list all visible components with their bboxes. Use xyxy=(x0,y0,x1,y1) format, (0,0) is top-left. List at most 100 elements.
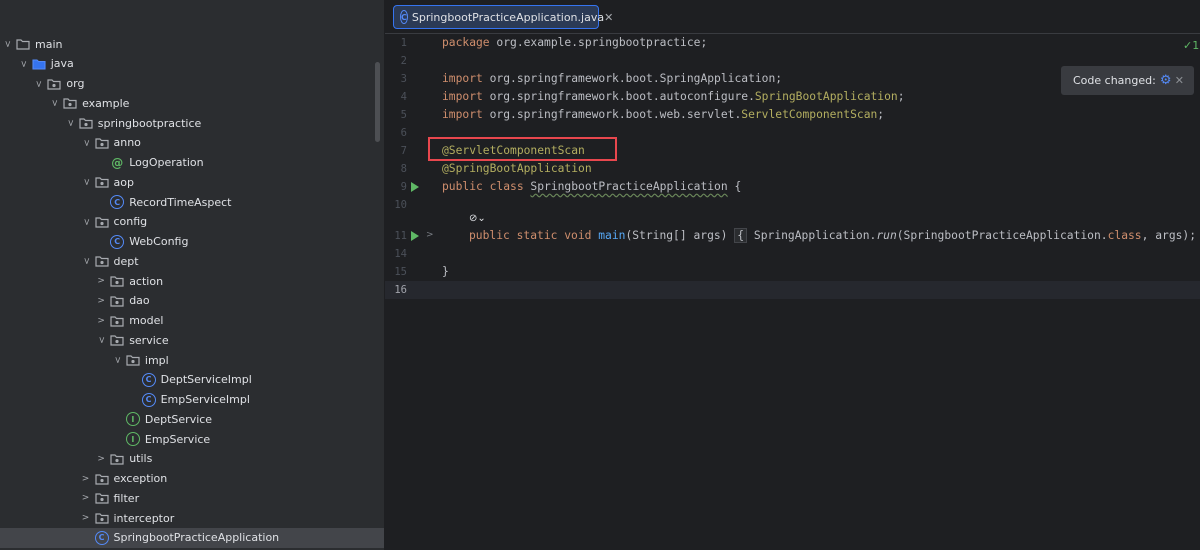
tree-item-dept[interactable]: > dept xyxy=(0,251,384,271)
chevron-right-icon[interactable]: > xyxy=(96,316,106,326)
tree-item-label: utils xyxy=(129,452,153,466)
tree-item-empservice[interactable]: I EmpService xyxy=(0,429,384,449)
code-line: public class SpringbootPracticeApplicati… xyxy=(442,180,742,193)
package-icon xyxy=(110,294,124,308)
line-number: 16 xyxy=(394,284,407,296)
code-changed-notification[interactable]: Code changed: ⚙ ✕ xyxy=(1061,66,1194,95)
tree-item-label: impl xyxy=(144,353,169,367)
class-icon: C xyxy=(400,10,408,24)
chevron-down-icon[interactable]: > xyxy=(33,79,43,89)
chevron-down-icon[interactable]: > xyxy=(81,177,91,187)
code-line: import org.springframework.boot.autoconf… xyxy=(442,90,905,103)
tree-item-service[interactable]: > service xyxy=(0,330,384,350)
tree-item-springbootpractice[interactable]: > springbootpractice xyxy=(0,113,384,133)
class-icon: C xyxy=(110,195,125,209)
highlight-annotation-box xyxy=(428,137,617,161)
tree-item-config[interactable]: > config xyxy=(0,212,384,232)
line-number: 1 xyxy=(400,37,407,49)
tree-item-label: dept xyxy=(113,254,139,268)
tree-item-org[interactable]: > org xyxy=(0,74,384,94)
code-line: import org.springframework.boot.SpringAp… xyxy=(442,72,783,85)
check-icon[interactable]: ✓1 xyxy=(1183,39,1199,52)
run-icon[interactable] xyxy=(411,182,419,192)
package-icon xyxy=(47,77,61,91)
folder-icon xyxy=(16,37,30,51)
package-icon xyxy=(110,333,124,347)
chevron-right-icon[interactable]: > xyxy=(96,276,106,286)
chevron-down-icon[interactable]: > xyxy=(96,335,106,345)
chevron-right-icon[interactable]: > xyxy=(96,454,106,464)
tree-item-interceptor[interactable]: > interceptor xyxy=(0,508,384,528)
package-icon xyxy=(110,314,124,328)
tree-item-action[interactable]: > action xyxy=(0,271,384,291)
tree-item-label: java xyxy=(50,57,74,71)
close-icon[interactable]: ✕ xyxy=(604,11,613,24)
chevron-down-icon[interactable]: > xyxy=(65,118,75,128)
tree-item-label: WebConfig xyxy=(129,235,189,248)
chevron-down-icon[interactable]: > xyxy=(81,217,91,227)
tree-item-utils[interactable]: > utils xyxy=(0,449,384,469)
chevron-right-icon[interactable]: > xyxy=(81,474,91,484)
close-icon[interactable]: ✕ xyxy=(1175,74,1184,87)
package-icon xyxy=(126,353,140,367)
annotation-icon: @ xyxy=(111,155,124,170)
chevron-down-icon[interactable]: > xyxy=(112,355,122,365)
editor-tab-bar: C SpringbootPracticeApplication.java ✕ xyxy=(385,0,1200,34)
line-number: 9 xyxy=(400,181,407,193)
tree-scrollbar[interactable] xyxy=(375,62,380,142)
chevron-down-icon[interactable]: > xyxy=(49,98,59,108)
tree-item-exception[interactable]: > exception xyxy=(0,469,384,489)
tree-item-label: model xyxy=(129,314,164,327)
tree-item-anno[interactable]: > anno xyxy=(0,133,384,153)
chevron-right-icon[interactable]: > xyxy=(426,230,434,240)
tree-item-impl[interactable]: > impl xyxy=(0,350,384,370)
tree-item-dao[interactable]: > dao xyxy=(0,291,384,311)
tree-item-label: EmpService xyxy=(144,432,211,446)
tree-item-label: dao xyxy=(129,294,150,308)
tree-item-label: service xyxy=(129,333,169,347)
tree-item-filter[interactable]: > filter xyxy=(0,488,384,508)
tree-item-label: org xyxy=(66,77,85,90)
tree-item-springbootpracticeapplication[interactable]: C SpringbootPracticeApplication xyxy=(0,527,384,548)
gear-icon[interactable]: ⚙ xyxy=(1160,73,1172,88)
tree-item-label: LogOperation xyxy=(129,156,204,169)
tree-item-deptservice[interactable]: I DeptService xyxy=(0,409,384,429)
tree-item-java[interactable]: > java xyxy=(0,54,384,74)
tab-springboot-practice-application[interactable]: C SpringbootPracticeApplication.java ✕ xyxy=(393,5,613,29)
tree-item-logoperation[interactable]: @ LogOperation xyxy=(0,153,384,173)
class-icon: C xyxy=(110,234,125,249)
tree-item-label: exception xyxy=(113,472,168,485)
line-number: 4 xyxy=(400,91,407,103)
ai-assist-icon[interactable]: ⊘⌄ xyxy=(469,213,486,224)
tree-item-example[interactable]: > example xyxy=(0,93,384,113)
tree-item-aop[interactable]: > aop xyxy=(0,172,384,192)
chevron-right-icon[interactable]: > xyxy=(81,513,91,523)
tree-item-model[interactable]: > model xyxy=(0,311,384,331)
chevron-right-icon[interactable]: > xyxy=(81,493,91,503)
line-number: 7 xyxy=(400,145,407,157)
code-line: @SpringBootApplication xyxy=(442,162,592,175)
tree-item-webconfig[interactable]: C WebConfig xyxy=(0,232,384,252)
tree-item-label: DeptService xyxy=(144,412,213,426)
tree-item-label: action xyxy=(129,274,164,288)
chevron-down-icon[interactable]: > xyxy=(81,138,91,148)
chevron-down-icon[interactable]: > xyxy=(2,39,12,49)
tree-item-label: SpringbootPracticeApplication xyxy=(113,531,280,545)
code-editor[interactable]: package org.example.springbootpractice; … xyxy=(442,34,1200,550)
tree-item-label: example xyxy=(82,96,130,110)
tree-item-recordtimeaspect[interactable]: C RecordTimeAspect xyxy=(0,192,384,212)
line-number: 8 xyxy=(400,163,407,175)
chevron-right-icon[interactable]: > xyxy=(96,296,106,306)
chevron-down-icon[interactable]: > xyxy=(81,256,91,266)
line-number: 15 xyxy=(394,266,407,278)
package-icon xyxy=(94,175,109,189)
tree-item-empserviceimpl[interactable]: C EmpServiceImpl xyxy=(0,390,384,410)
tree-item-deptserviceimpl[interactable]: C DeptServiceImpl xyxy=(0,370,384,390)
project-tree: > main > java > org > example > springbootpractic… xyxy=(0,0,384,550)
tree-item-main[interactable]: > main xyxy=(0,34,374,54)
run-icon[interactable] xyxy=(411,231,419,241)
package-icon xyxy=(94,491,109,505)
chevron-down-icon[interactable]: > xyxy=(18,59,28,69)
tree-item-label: anno xyxy=(113,136,141,150)
tree-item-label: config xyxy=(113,215,148,229)
